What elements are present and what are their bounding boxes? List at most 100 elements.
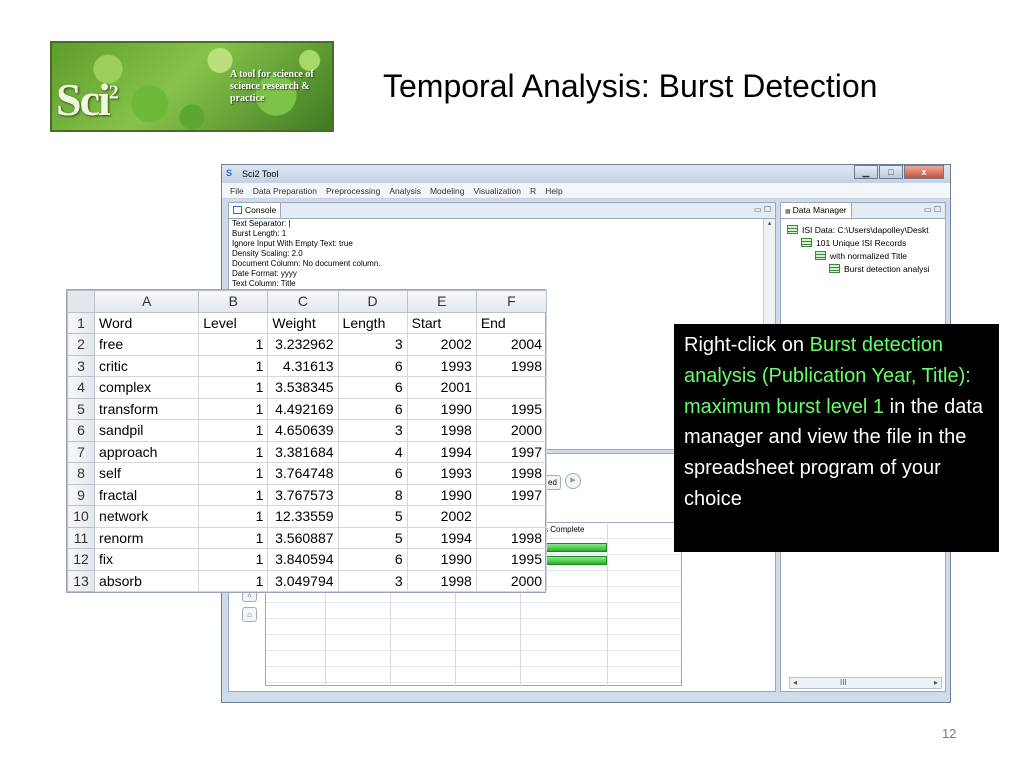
cell[interactable]: approach bbox=[94, 440, 200, 463]
row-header[interactable]: 5 bbox=[66, 397, 96, 420]
row-header[interactable]: 9 bbox=[66, 483, 96, 506]
cell[interactable]: 1 bbox=[198, 505, 269, 528]
cell[interactable]: 6 bbox=[337, 462, 408, 485]
menu-item-preprocessing[interactable]: Preprocessing bbox=[326, 186, 380, 196]
play-icon[interactable]: ▶ bbox=[565, 473, 581, 489]
scroll-up-icon[interactable]: ▴ bbox=[764, 219, 775, 227]
cell[interactable]: 1995 bbox=[475, 397, 548, 420]
cell[interactable]: 1990 bbox=[406, 397, 477, 420]
menu-item-file[interactable]: File bbox=[230, 186, 244, 196]
cell[interactable]: 4 bbox=[337, 440, 408, 463]
cell[interactable]: 6 bbox=[337, 548, 408, 571]
cell[interactable]: 1990 bbox=[406, 548, 477, 571]
row-header[interactable]: 3 bbox=[66, 354, 96, 377]
cell[interactable]: 6 bbox=[337, 397, 408, 420]
cell[interactable]: 12.33559 bbox=[267, 505, 339, 528]
cell[interactable]: 1 bbox=[198, 462, 269, 485]
cell[interactable]: Level bbox=[198, 311, 269, 334]
menu-item-help[interactable]: Help bbox=[545, 186, 562, 196]
cell[interactable]: renorm bbox=[94, 526, 200, 549]
tab-console[interactable]: Console bbox=[229, 203, 282, 218]
menu-item-analysis[interactable]: Analysis bbox=[389, 186, 421, 196]
cell[interactable]: 5 bbox=[337, 505, 408, 528]
column-header[interactable]: A bbox=[94, 290, 200, 313]
row-header[interactable]: 7 bbox=[66, 440, 96, 463]
cell[interactable]: 4.492169 bbox=[267, 397, 339, 420]
cell[interactable]: Length bbox=[337, 311, 408, 334]
data-manager-minmax-icons[interactable]: ▭ ☐ bbox=[924, 205, 941, 214]
cell[interactable]: 3.767573 bbox=[267, 483, 339, 506]
menu-item-visualization[interactable]: Visualization bbox=[473, 186, 521, 196]
row-header[interactable]: 11 bbox=[66, 526, 96, 549]
column-header[interactable]: C bbox=[267, 290, 339, 313]
cell[interactable]: Weight bbox=[267, 311, 339, 334]
tab-data-manager[interactable]: ▦ Data Manager bbox=[781, 203, 852, 218]
cell[interactable]: 1994 bbox=[406, 526, 477, 549]
cell[interactable]: 5 bbox=[337, 526, 408, 549]
row-header[interactable]: 6 bbox=[66, 419, 96, 442]
cell[interactable]: 2000 bbox=[475, 419, 548, 442]
cell[interactable]: 1 bbox=[198, 376, 269, 399]
data-manager-item[interactable]: 101 Unique ISI Records bbox=[787, 236, 930, 249]
cell[interactable]: 1 bbox=[198, 397, 269, 420]
cell[interactable]: 3.764748 bbox=[267, 462, 339, 485]
cell[interactable]: 3.049794 bbox=[267, 569, 339, 592]
row-header[interactable]: 2 bbox=[66, 333, 96, 356]
data-manager-item[interactable]: ISI Data: C:\Users\dapolley\Deskt bbox=[787, 223, 930, 236]
cell[interactable]: Start bbox=[406, 311, 477, 334]
cell[interactable]: 8 bbox=[337, 483, 408, 506]
cell[interactable]: 3 bbox=[337, 419, 408, 442]
cell[interactable]: fractal bbox=[94, 483, 200, 506]
cell[interactable]: 1994 bbox=[406, 440, 477, 463]
scroll-right-icon[interactable]: ▸ bbox=[934, 678, 938, 687]
cell[interactable]: 1998 bbox=[475, 354, 548, 377]
lock-icon[interactable]: ⌂ bbox=[242, 607, 257, 622]
cell[interactable]: 1998 bbox=[475, 462, 548, 485]
cell[interactable]: 3.232962 bbox=[267, 333, 339, 356]
cell[interactable]: 1 bbox=[198, 419, 269, 442]
cell[interactable] bbox=[475, 505, 548, 528]
cell[interactable]: 6 bbox=[337, 354, 408, 377]
cell[interactable]: fix bbox=[94, 548, 200, 571]
cell[interactable]: critic bbox=[94, 354, 200, 377]
cell[interactable]: 1998 bbox=[406, 419, 477, 442]
column-header[interactable]: D bbox=[337, 290, 408, 313]
cell[interactable]: End bbox=[475, 311, 548, 334]
cell[interactable]: complex bbox=[94, 376, 200, 399]
window-titlebar[interactable]: S Sci2 Tool ▁ □ x bbox=[222, 165, 950, 183]
data-manager-item[interactable]: Burst detection analysi bbox=[787, 262, 930, 275]
cell[interactable]: 3 bbox=[337, 333, 408, 356]
menu-item-r[interactable]: R bbox=[530, 186, 536, 196]
row-header[interactable]: 10 bbox=[66, 505, 96, 528]
data-manager-hscrollbar[interactable]: ◂ III ▸ bbox=[789, 677, 942, 689]
console-minmax-icons[interactable]: ▭ ☐ bbox=[754, 205, 771, 214]
cell[interactable]: 4.650639 bbox=[267, 419, 339, 442]
cell[interactable]: 3.840594 bbox=[267, 548, 339, 571]
row-header[interactable]: 12 bbox=[66, 548, 96, 571]
cell[interactable]: 2002 bbox=[406, 333, 477, 356]
cell[interactable]: 1 bbox=[198, 440, 269, 463]
row-header[interactable]: 13 bbox=[66, 569, 96, 592]
cell[interactable]: 1997 bbox=[475, 483, 548, 506]
cell[interactable]: 2004 bbox=[475, 333, 548, 356]
cell[interactable]: 1 bbox=[198, 354, 269, 377]
minimize-button[interactable]: ▁ bbox=[854, 165, 878, 179]
cell[interactable]: 1995 bbox=[475, 548, 548, 571]
cell[interactable]: 1 bbox=[198, 569, 269, 592]
maximize-button[interactable]: □ bbox=[879, 165, 903, 179]
cell[interactable]: 2002 bbox=[406, 505, 477, 528]
cell[interactable]: 1998 bbox=[406, 569, 477, 592]
scroll-left-icon[interactable]: ◂ bbox=[793, 678, 797, 687]
cell[interactable]: transform bbox=[94, 397, 200, 420]
cell[interactable]: 2001 bbox=[406, 376, 477, 399]
sheet-corner[interactable] bbox=[66, 290, 96, 313]
cell[interactable]: 1 bbox=[198, 526, 269, 549]
cell[interactable]: 1993 bbox=[406, 462, 477, 485]
cell[interactable]: 3.381684 bbox=[267, 440, 339, 463]
column-header[interactable]: E bbox=[406, 290, 477, 313]
scroll-thumb[interactable]: III bbox=[840, 678, 847, 687]
menu-item-modeling[interactable]: Modeling bbox=[430, 186, 465, 196]
cell[interactable]: self bbox=[94, 462, 200, 485]
cell[interactable]: 1993 bbox=[406, 354, 477, 377]
cell[interactable]: 3 bbox=[337, 569, 408, 592]
